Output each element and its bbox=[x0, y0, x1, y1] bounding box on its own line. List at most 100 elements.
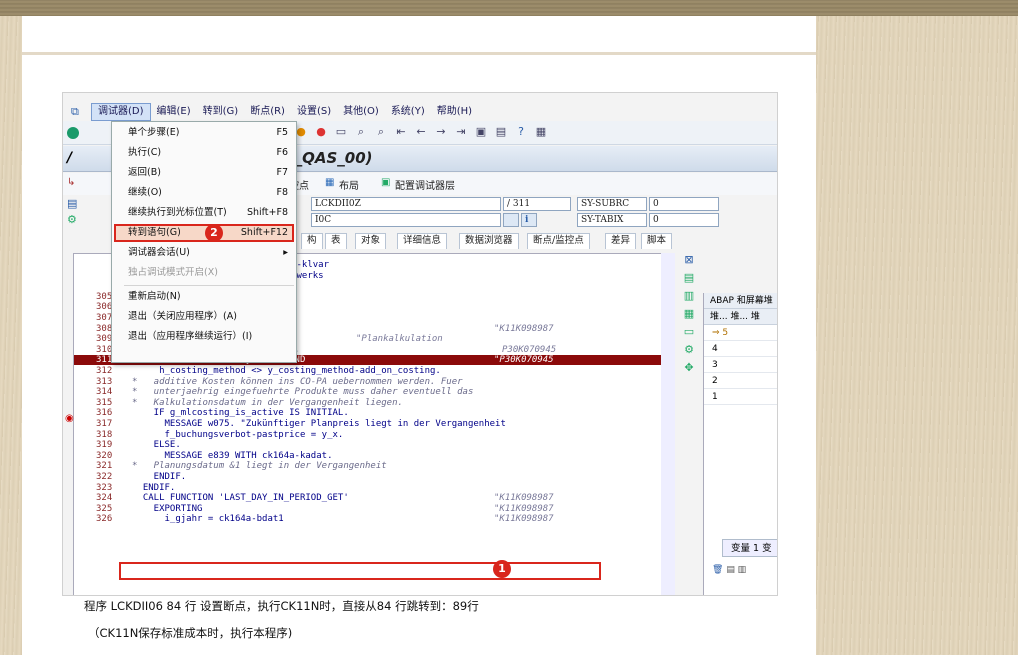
code-line[interactable]: 313 * additive Kosten können ins CO-PA ue… bbox=[74, 377, 664, 387]
stack-row[interactable]: 2 bbox=[704, 373, 777, 389]
menu-item-restart[interactable]: 重新启动(N) bbox=[112, 288, 296, 306]
variable-icon[interactable]: ▤ ▥ bbox=[726, 565, 746, 575]
layout-icon[interactable]: ▦ bbox=[325, 177, 334, 188]
toolbar-icons: ● ● ▭ ⌕ ⌕ ⇤ ← → ⇥ ▣ ▤ ? ▦ bbox=[293, 125, 549, 139]
stack-row[interactable]: 4 bbox=[704, 341, 777, 357]
menu-item-continue[interactable]: 继续(O) F8 bbox=[112, 184, 296, 202]
menu-item-label: 退出（应用程序继续运行）(I) bbox=[128, 331, 253, 342]
variable-toolbar: 🗑 ▤ ▥ bbox=[704, 565, 777, 595]
layout-button[interactable]: 布局 bbox=[339, 177, 359, 192]
code-line[interactable]: 326 i_gjahr = ck164a-bdat1 "K11K098987 bbox=[74, 514, 664, 524]
menu-item-execute[interactable]: 执行(C) F6 bbox=[112, 144, 296, 162]
config-layers-button[interactable]: 配置调试器层 bbox=[395, 177, 455, 192]
code-line[interactable]: 324 CALL FUNCTION 'LAST_DAY_IN_PERIOD_GE… bbox=[74, 493, 664, 503]
menu-item-single-step[interactable]: 单个步骤(E) F5 bbox=[112, 124, 296, 142]
include-field[interactable]: I0C bbox=[311, 213, 501, 227]
find-icon[interactable]: ⌕ bbox=[353, 125, 369, 139]
code-line[interactable]: 316 IF g_mlcosting_is_active IS INITIAL. bbox=[74, 408, 664, 418]
replace-tool-icon[interactable]: ▥ bbox=[679, 289, 699, 307]
tab-structure[interactable]: 构 bbox=[301, 233, 323, 249]
tab-objects[interactable]: 对象 bbox=[355, 233, 387, 249]
line-field[interactable]: / 311 bbox=[503, 197, 571, 211]
code-text: * Kalkulationsdatum in der Vergangenheit… bbox=[132, 397, 403, 408]
menu-goto[interactable]: 转到(G) bbox=[197, 104, 245, 120]
last-page-icon[interactable]: ⇥ bbox=[453, 125, 469, 139]
cancel-icon[interactable]: ● bbox=[313, 125, 329, 139]
subrc-value[interactable]: 0 bbox=[649, 197, 719, 211]
stack-row[interactable]: 1 bbox=[704, 389, 777, 405]
tab-table[interactable]: 表 bbox=[325, 233, 347, 249]
menu-system[interactable]: 系统(Y) bbox=[385, 104, 431, 120]
tab-details[interactable]: 详细信息 bbox=[397, 233, 448, 249]
shortcut-create-icon[interactable]: ▤ bbox=[493, 125, 509, 139]
swap-tool-icon[interactable]: ▦ bbox=[679, 307, 699, 325]
menu-item-run-to-cursor[interactable]: 继续执行到光标位置(T) Shift+F8 bbox=[112, 204, 296, 222]
menu-item-goto-statement[interactable]: 转到语句(G) Shift+F12 bbox=[114, 224, 294, 242]
navigate-icon[interactable]: ✥ bbox=[679, 361, 699, 379]
code-line[interactable]: 321 * Planungsdatum &1 liegt in der Verga… bbox=[74, 461, 664, 471]
code-text: f_buchungsverbot-pastprice = y_x. bbox=[132, 429, 344, 440]
step-icon[interactable]: ↳ bbox=[67, 177, 75, 188]
code-line[interactable]: 318 f_buchungsverbot-pastprice = y_x. bbox=[74, 430, 664, 440]
code-line[interactable]: 314 * unterjaehrig eingefuehrte Produkte … bbox=[74, 387, 664, 397]
menu-item-label: 继续执行到光标位置(T) bbox=[128, 207, 227, 218]
find-next-icon[interactable]: ⌕ bbox=[373, 125, 389, 139]
app-menu-icon[interactable]: ⧉ bbox=[71, 105, 87, 119]
next-page-icon[interactable]: → bbox=[433, 125, 449, 139]
menu-debugger[interactable]: 调试器(D) bbox=[91, 103, 151, 121]
delete-icon[interactable]: 🗑 bbox=[712, 565, 723, 575]
tab-variables[interactable]: 变量 1 变 bbox=[722, 539, 777, 557]
step-1-badge: 1 bbox=[493, 560, 511, 578]
new-tool-icon[interactable]: ▤ bbox=[679, 271, 699, 289]
help-icon[interactable]: ? bbox=[513, 125, 529, 139]
tab-diff[interactable]: 差异 bbox=[605, 233, 637, 249]
call-stack-panel: ABAP 和屏幕堆 堆... 堆... 堆 ⇒ 5 4 3 2 1 变量 1 变… bbox=[703, 293, 777, 595]
menu-item-label: 重新启动(N) bbox=[128, 291, 181, 302]
menu-other[interactable]: 其他(O) bbox=[337, 104, 385, 120]
tabix-value[interactable]: 0 bbox=[649, 213, 719, 227]
program-field[interactable]: LCKDII0Z bbox=[311, 197, 501, 211]
code-text: CALL FUNCTION 'LAST_DAY_IN_PERIOD_GET' bbox=[132, 493, 349, 504]
code-text: * Planungsdatum &1 liegt in der Vergange… bbox=[132, 461, 387, 472]
maximize-icon[interactable]: ▭ bbox=[679, 325, 699, 343]
code-line[interactable]: 315 * Kalkulationsdatum in der Vergangenh… bbox=[74, 398, 664, 408]
code-line[interactable]: 312 h_costing_method <> y_costing_method… bbox=[74, 366, 664, 376]
menu-edit[interactable]: 编辑(E) bbox=[151, 104, 197, 120]
code-line[interactable]: 317 MESSAGE w075. "Zukünftiger Planpreis… bbox=[74, 419, 664, 429]
close-tool-icon[interactable]: ⊠ bbox=[679, 253, 699, 271]
menu-item-exit-close[interactable]: 退出（关闭应用程序）(A) bbox=[112, 308, 296, 326]
menu-item-shortcut: F8 bbox=[276, 187, 288, 198]
code-line[interactable]: 319 ELSE. bbox=[74, 440, 664, 450]
config-icon[interactable]: ▣ bbox=[381, 177, 390, 188]
caption-line-1: 程序 LCKDII06 84 行 设置断点，执行CK11N时，直接从84 行跳转… bbox=[84, 599, 479, 613]
stack-row[interactable]: 3 bbox=[704, 357, 777, 373]
menu-item-return[interactable]: 返回(B) F7 bbox=[112, 164, 296, 182]
menu-breakpoints[interactable]: 断点(R) bbox=[244, 104, 291, 120]
side-tool-icons: ⊠ ▤ ▥ ▦ ▭ ⚙ ✥ bbox=[679, 253, 699, 403]
code-text: IF g_mlcosting_is_active IS INITIAL. bbox=[132, 408, 349, 419]
print-icon[interactable]: ▭ bbox=[333, 125, 349, 139]
info-icon[interactable]: i bbox=[521, 213, 537, 227]
tab-script[interactable]: 脚本 bbox=[641, 233, 673, 249]
code-line[interactable]: 325 EXPORTING "K11K098987 bbox=[74, 504, 664, 514]
menu-item-debug-session[interactable]: 调试器会话(U) ▸ bbox=[112, 244, 296, 262]
breakpoint-icon[interactable]: ◉ bbox=[65, 413, 74, 424]
prev-page-icon[interactable]: ← bbox=[413, 125, 429, 139]
new-session-icon[interactable]: ▣ bbox=[473, 125, 489, 139]
code-text: MESSAGE w075. "Zukünftiger Planpreis lie… bbox=[132, 419, 506, 429]
layout-menu-icon[interactable]: ▦ bbox=[533, 125, 549, 139]
first-page-icon[interactable]: ⇤ bbox=[393, 125, 409, 139]
menu-settings[interactable]: 设置(S) bbox=[291, 104, 337, 120]
code-line[interactable]: 323 ENDIF. bbox=[74, 483, 664, 493]
source-icon[interactable] bbox=[503, 213, 519, 227]
tab-breakpoints[interactable]: 断点/监控点 bbox=[527, 233, 590, 249]
enter-icon[interactable] bbox=[67, 127, 79, 139]
code-line[interactable]: 322 ENDIF. bbox=[74, 472, 664, 482]
tab-data-browser[interactable]: 数据浏览器 bbox=[459, 233, 519, 249]
code-scrollbar[interactable] bbox=[661, 253, 675, 595]
services-icon[interactable]: ⚙ bbox=[679, 343, 699, 361]
code-line[interactable]: 320 MESSAGE e839 WITH ck164a-kadat. bbox=[74, 451, 664, 461]
menu-help[interactable]: 帮助(H) bbox=[431, 104, 478, 120]
menu-item-exit-continue[interactable]: 退出（应用程序继续运行）(I) bbox=[112, 328, 296, 346]
stack-row[interactable]: ⇒ 5 bbox=[704, 325, 777, 341]
